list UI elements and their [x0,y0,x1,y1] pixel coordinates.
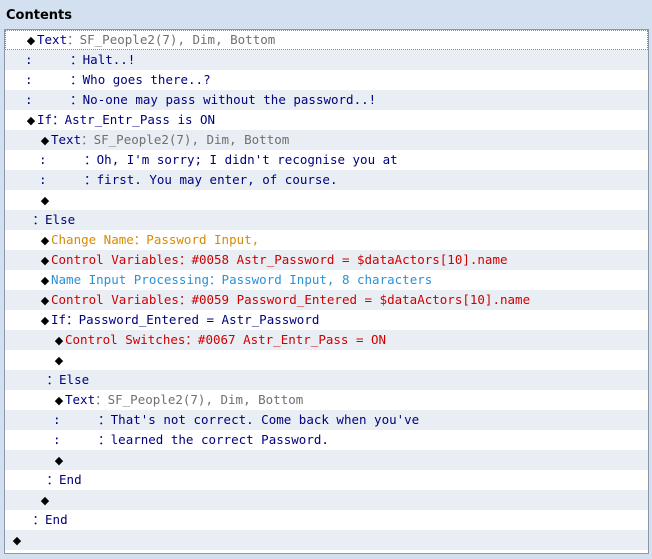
command-name: Name Input Processing [51,272,210,287]
command-name: : ： [25,72,83,87]
command-params: ：#0059 Password_Entered = $dataActors[10… [178,292,531,307]
command-marker-icon: ◆ [40,294,50,307]
command-row[interactable]: : ：Who goes there..? [5,70,648,90]
command-row[interactable]: ◆ [5,490,648,510]
command-row[interactable]: : ：No-one may pass without the password.… [5,90,648,110]
command-params: ：Password Input, 8 characters [209,272,433,287]
command-name: : ： [39,172,97,187]
command-name: Control Variables [51,252,179,267]
command-params: first. You may enter, of course. [96,172,338,187]
command-row[interactable]: ◆ Change Name：Password Input, [5,230,648,250]
command-marker-icon: ◆ [12,534,22,547]
command-name: ：Else [25,212,76,227]
command-row[interactable]: : ：learned the correct Password. [5,430,648,450]
command-params: ：SF_People2(7), Dim, Bottom [95,392,304,407]
command-params: learned the correct Password. [110,432,329,447]
command-row[interactable]: ◆ [5,350,648,370]
command-row[interactable]: ◆ Control Variables：#0059 Password_Entere… [5,290,648,310]
command-name: : ： [53,412,111,427]
command-name: ：End [25,512,68,527]
command-name: Control Switches [65,332,186,347]
command-marker-icon: ◆ [40,314,50,327]
command-name: : ： [39,152,97,167]
command-marker-icon: ◆ [40,194,50,207]
command-params: ：SF_People2(7), Dim, Bottom [81,132,290,147]
command-marker-icon: ◆ [40,494,50,507]
command-params: No-one may pass without the password..! [82,92,377,107]
command-name: Text [51,132,82,147]
command-name: If [51,312,67,327]
command-name: : ： [25,52,83,67]
window-title: Contents [6,8,72,23]
command-params: ：Password_Entered = Astr_Password [66,312,320,327]
command-params: ：SF_People2(7), Dim, Bottom [67,32,276,47]
command-name: : ： [53,432,111,447]
command-marker-icon: ◆ [40,134,50,147]
command-params: Oh, I'm sorry; I didn't recognise you at [96,152,398,167]
command-params: Who goes there..? [82,72,211,87]
command-name: Text [65,392,96,407]
command-params: ：#0058 Astr_Password = $dataActors[10].n… [178,252,508,267]
command-row[interactable]: ◆ [5,450,648,470]
command-name: Control Variables [51,292,179,307]
command-name: Change Name [51,232,134,247]
command-name: : ： [25,92,83,107]
command-row[interactable]: ◆ Text：SF_People2(7), Dim, Bottom [5,130,648,150]
command-marker-icon: ◆ [54,354,64,367]
command-row[interactable]: : ：Halt..! [5,50,648,70]
command-row[interactable]: ◆ If：Password_Entered = Astr_Password [5,310,648,330]
command-row[interactable]: : ：Oh, I'm sorry; I didn't recognise you… [5,150,648,170]
command-row[interactable]: ◆ Name Input Processing：Password Input, 8… [5,270,648,290]
command-marker-icon: ◆ [40,254,50,267]
command-marker-icon: ◆ [54,454,64,467]
command-row[interactable]: ：Else [5,370,648,390]
command-params: ：Password Input, [133,232,260,247]
command-marker-icon: ◆ [40,234,50,247]
command-params: That's not correct. Come back when you'v… [110,412,420,427]
command-row[interactable]: ◆ Text：SF_People2(7), Dim, Bottom [5,30,648,50]
command-row[interactable]: ◆ If：Astr_Entr_Pass is ON [5,110,648,130]
command-row[interactable]: ：Else [5,210,648,230]
command-row[interactable]: ◆ [5,190,648,210]
command-row[interactable]: ◆ [5,530,648,550]
command-row[interactable]: ◆ Control Switches：#0067 Astr_Entr_Pass =… [5,330,648,350]
command-name: If [37,112,53,127]
command-row[interactable]: : ：first. You may enter, of course. [5,170,648,190]
command-params: ：Astr_Entr_Pass is ON [52,112,216,127]
command-name: ：Else [39,372,90,387]
command-row[interactable]: ◆ Control Variables：#0058 Astr_Password =… [5,250,648,270]
event-command-list[interactable]: ◆ Text：SF_People2(7), Dim, Bottom: ：Halt.… [4,29,649,554]
command-marker-icon: ◆ [54,394,64,407]
command-params: Halt..! [82,52,136,67]
command-name: ：End [39,472,82,487]
command-params: ：#0067 Astr_Entr_Pass = ON [185,332,387,347]
command-row[interactable]: ：End [5,510,648,530]
command-marker-icon: ◆ [26,114,36,127]
command-row[interactable]: : ：That's not correct. Come back when yo… [5,410,648,430]
command-marker-icon: ◆ [40,274,50,287]
command-row[interactable]: ◆ Text：SF_People2(7), Dim, Bottom [5,390,648,410]
command-row[interactable]: ：End [5,470,648,490]
command-marker-icon: ◆ [54,334,64,347]
command-name: Text [37,32,68,47]
command-marker-icon: ◆ [26,34,36,47]
contents-header: Contents [0,0,652,28]
